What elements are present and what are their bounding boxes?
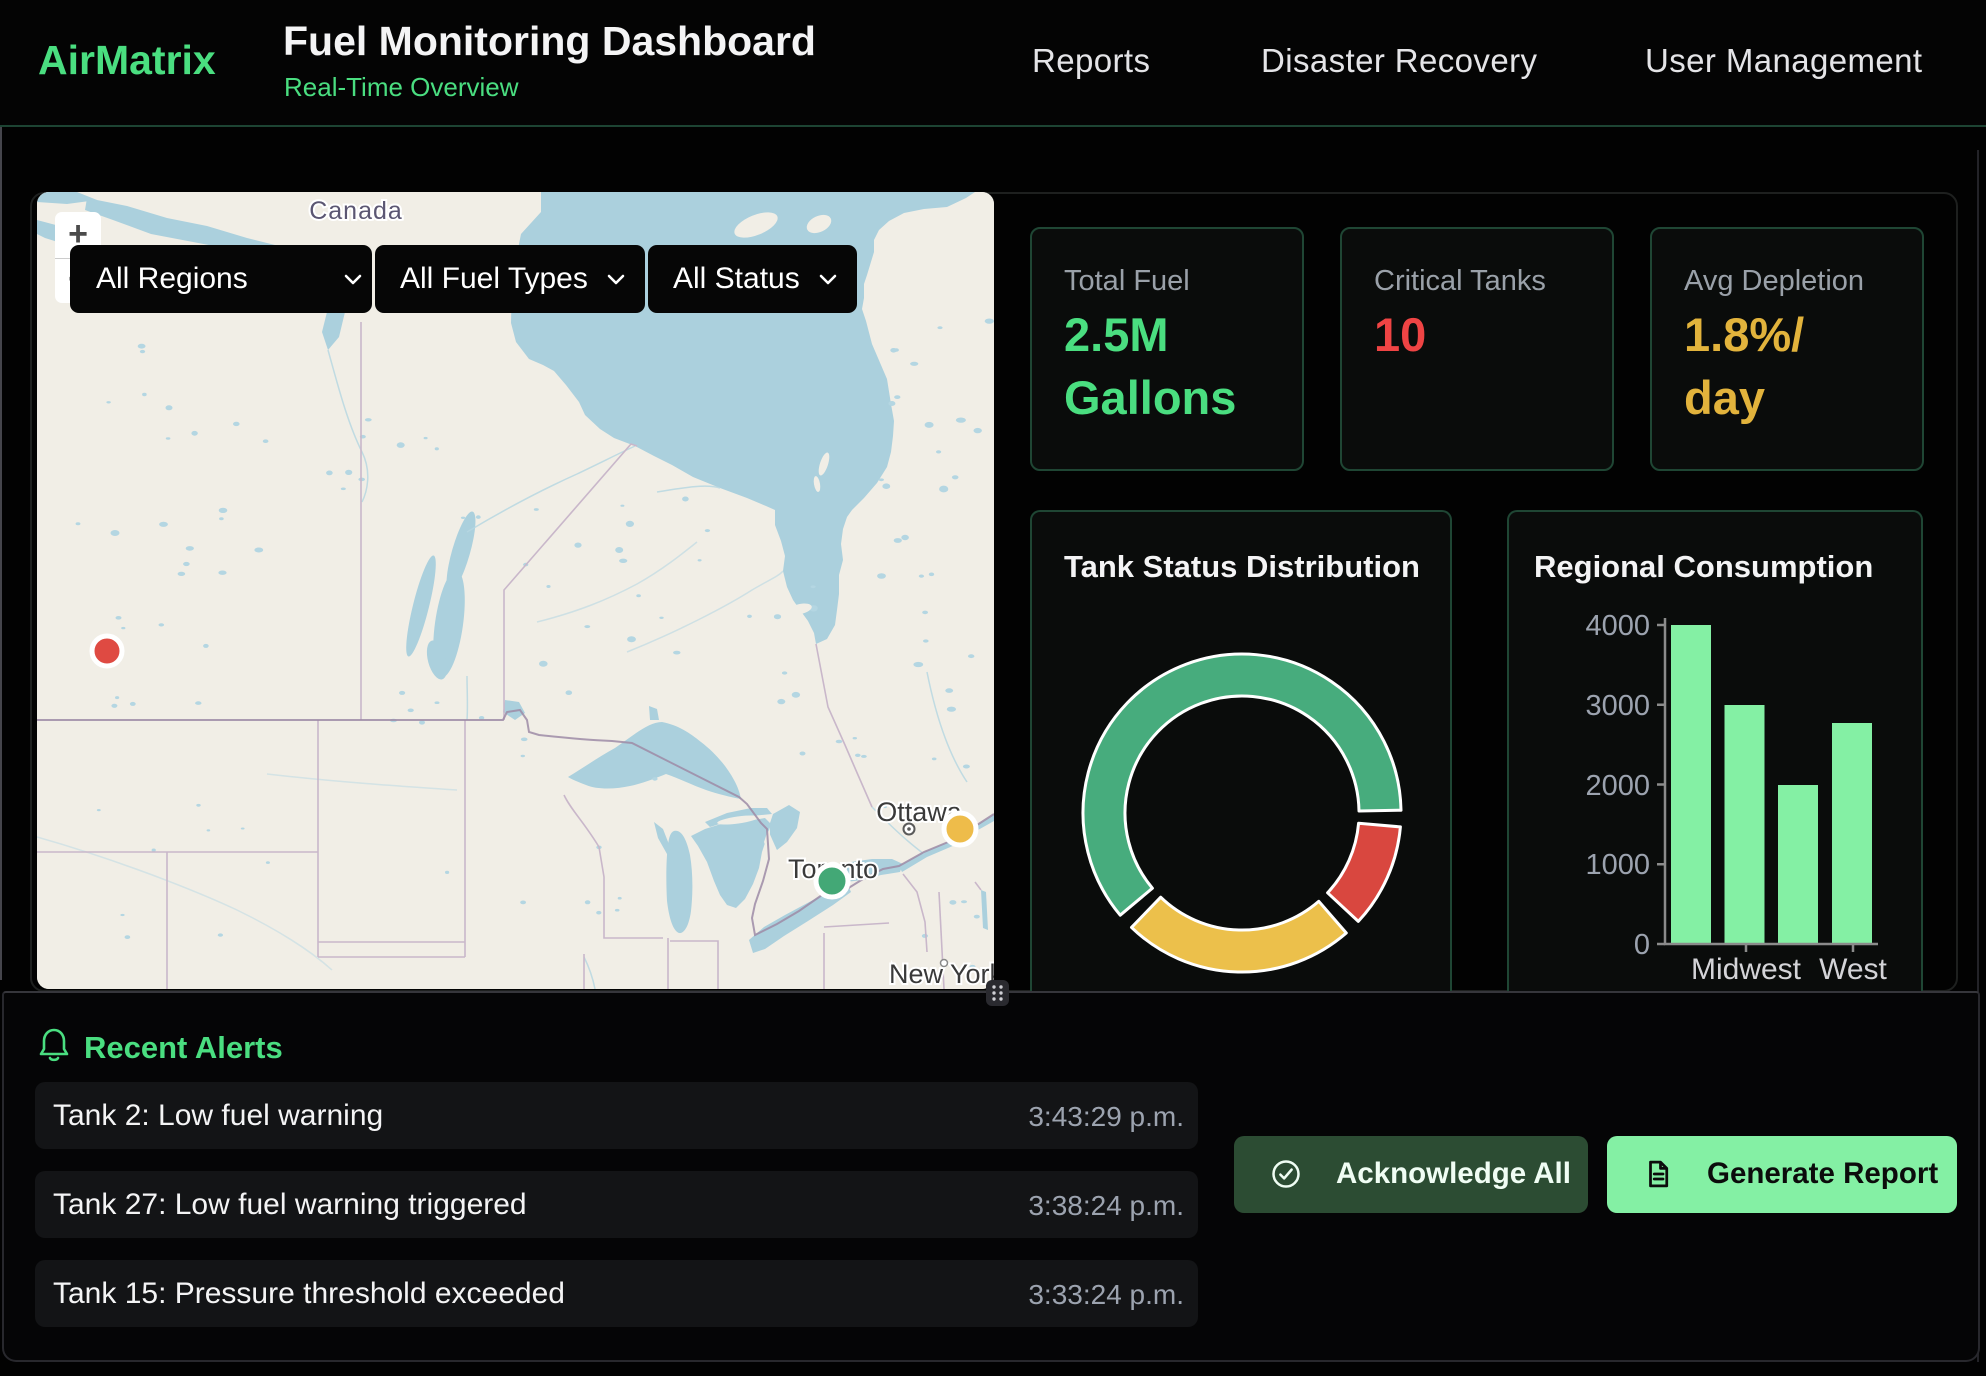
svg-text:3000: 3000: [1585, 690, 1650, 722]
svg-text:4000: 4000: [1585, 610, 1650, 642]
svg-text:West: West: [1819, 953, 1887, 986]
svg-text:0: 0: [1634, 929, 1650, 961]
svg-text:1000: 1000: [1585, 849, 1650, 881]
svg-text:Midwest: Midwest: [1691, 953, 1802, 986]
svg-text:Canada: Canada: [309, 197, 403, 225]
svg-text:2000: 2000: [1585, 770, 1650, 802]
